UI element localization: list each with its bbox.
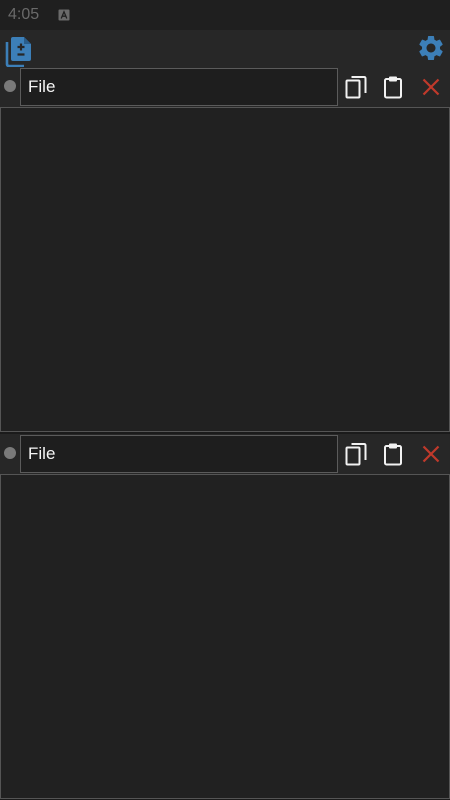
gear-icon[interactable] [416, 33, 446, 63]
editor-text-area[interactable] [0, 474, 450, 799]
pane-header [0, 434, 450, 474]
editor-pane-1 [0, 67, 450, 432]
clipboard-icon[interactable] [381, 74, 405, 100]
copy-icon[interactable] [344, 441, 368, 467]
status-time: 4:05 [8, 6, 40, 23]
editor-text-area[interactable] [0, 107, 450, 432]
status-dot-icon [4, 447, 16, 459]
file-name-input[interactable] [20, 435, 338, 473]
status-dot-icon [4, 80, 16, 92]
clipboard-icon[interactable] [381, 441, 405, 467]
close-icon[interactable] [419, 74, 443, 100]
status-bar: 4:05 [0, 0, 450, 30]
notification-a-icon [58, 8, 70, 21]
file-name-input[interactable] [20, 68, 338, 106]
copy-icon[interactable] [344, 74, 368, 100]
pane-header [0, 67, 450, 107]
editor-pane-2 [0, 434, 450, 799]
document-diff-icon[interactable] [5, 35, 33, 68]
close-icon[interactable] [419, 441, 443, 467]
top-toolbar [0, 30, 450, 68]
